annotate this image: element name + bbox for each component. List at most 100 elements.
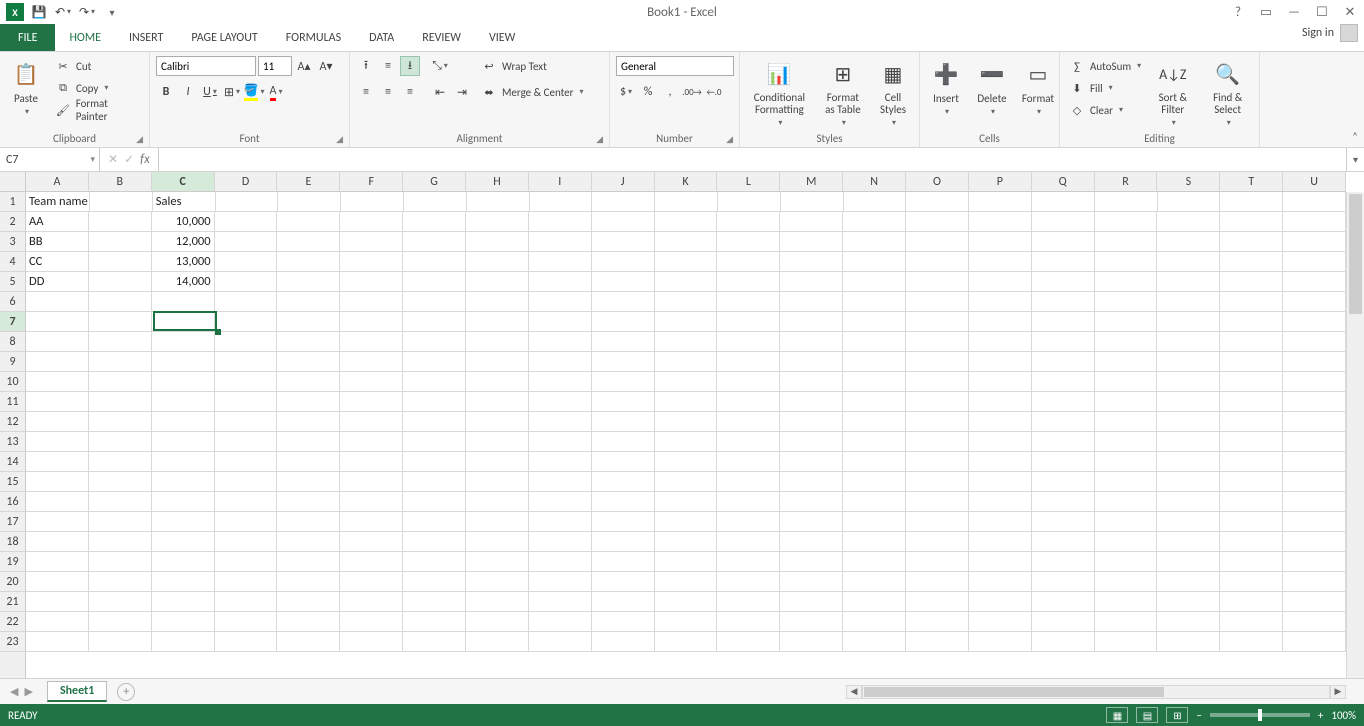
normal-view-button[interactable]: ▦ [1106,707,1128,723]
cell[interactable] [843,572,906,592]
cell[interactable] [969,232,1032,252]
formula-input[interactable] [159,148,1346,171]
cell[interactable] [969,372,1032,392]
cell[interactable] [403,532,466,552]
cell[interactable] [277,372,340,392]
cell[interactable] [592,312,655,332]
cell[interactable] [1095,272,1158,292]
column-header[interactable]: O [906,172,969,191]
cell[interactable] [1157,412,1220,432]
cell[interactable] [843,252,906,272]
cell[interactable] [340,252,403,272]
cell[interactable] [1283,372,1346,392]
comma-format-button[interactable]: , [660,82,680,102]
cell[interactable] [1032,312,1095,332]
tab-home[interactable]: HOME [55,24,115,51]
cell[interactable] [1095,332,1158,352]
cell[interactable] [340,332,403,352]
cell[interactable] [780,552,843,572]
cell[interactable] [592,372,655,392]
cell[interactable] [655,212,718,232]
cell[interactable] [403,232,466,252]
cell[interactable] [1032,492,1095,512]
cell[interactable] [843,632,906,652]
increase-font-button[interactable]: A▴ [294,56,314,76]
cell[interactable] [277,472,340,492]
cell[interactable] [969,352,1032,372]
cell[interactable] [781,192,844,212]
cell[interactable] [906,612,969,632]
cell[interactable] [215,472,278,492]
cell[interactable] [466,552,529,572]
cell[interactable] [969,432,1032,452]
cell[interactable] [1157,472,1220,492]
cell[interactable] [843,552,906,572]
cell[interactable] [340,412,403,432]
cell[interactable] [277,392,340,412]
column-header[interactable]: G [403,172,466,191]
cell[interactable] [1283,392,1346,412]
cell[interactable] [215,412,278,432]
cell[interactable] [843,492,906,512]
format-painter-button[interactable]: 🖌Format Painter [52,100,143,120]
cell[interactable] [1095,492,1158,512]
cell[interactable] [780,612,843,632]
cell[interactable] [215,512,278,532]
cell[interactable] [466,632,529,652]
cell[interactable] [592,332,655,352]
cell[interactable] [1095,532,1158,552]
cell[interactable] [843,312,906,332]
cell[interactable] [717,612,780,632]
cell[interactable] [529,612,592,632]
cell[interactable] [89,452,152,472]
page-break-view-button[interactable]: ⊞ [1166,707,1188,723]
cell[interactable] [529,272,592,292]
cell[interactable] [1032,292,1095,312]
cell[interactable] [1032,592,1095,612]
cell[interactable] [969,492,1032,512]
cell[interactable] [529,372,592,392]
format-as-table-button[interactable]: ⊞Format as Table▾ [819,56,867,130]
cell[interactable] [340,572,403,592]
cell[interactable] [466,292,529,312]
cell[interactable] [277,572,340,592]
fill-color-button[interactable]: 🪣▾ [244,82,264,102]
cell[interactable] [655,472,718,492]
italic-button[interactable]: I [178,82,198,102]
fill-handle[interactable] [215,329,221,335]
cell[interactable] [215,312,278,332]
cell[interactable] [906,332,969,352]
cell[interactable] [780,352,843,372]
row-header[interactable]: 10 [0,372,25,392]
cell[interactable] [340,632,403,652]
cell[interactable] [1220,592,1283,612]
cell[interactable] [1220,272,1283,292]
cell[interactable] [717,392,780,412]
cell[interactable] [277,272,340,292]
cell[interactable] [906,432,969,452]
cell[interactable] [215,372,278,392]
decrease-indent-button[interactable]: ⇤ [430,82,450,102]
cell[interactable] [277,592,340,612]
cell[interactable] [655,552,718,572]
cell[interactable] [655,252,718,272]
cell[interactable] [780,252,843,272]
wrap-text-button[interactable]: ↩Wrap Text [478,56,586,76]
cell[interactable] [277,552,340,572]
cell[interactable] [26,532,89,552]
cell[interactable] [277,232,340,252]
cell[interactable] [152,292,215,312]
cell[interactable] [1157,452,1220,472]
cell[interactable] [26,592,89,612]
cell[interactable] [152,392,215,412]
cell[interactable] [215,252,278,272]
cell[interactable] [26,372,89,392]
cell[interactable] [1220,412,1283,432]
cell[interactable] [717,312,780,332]
cell[interactable] [89,272,152,292]
cell[interactable] [277,412,340,432]
cell[interactable] [592,252,655,272]
cell[interactable] [1220,632,1283,652]
cell[interactable] [969,612,1032,632]
cell[interactable] [152,432,215,452]
